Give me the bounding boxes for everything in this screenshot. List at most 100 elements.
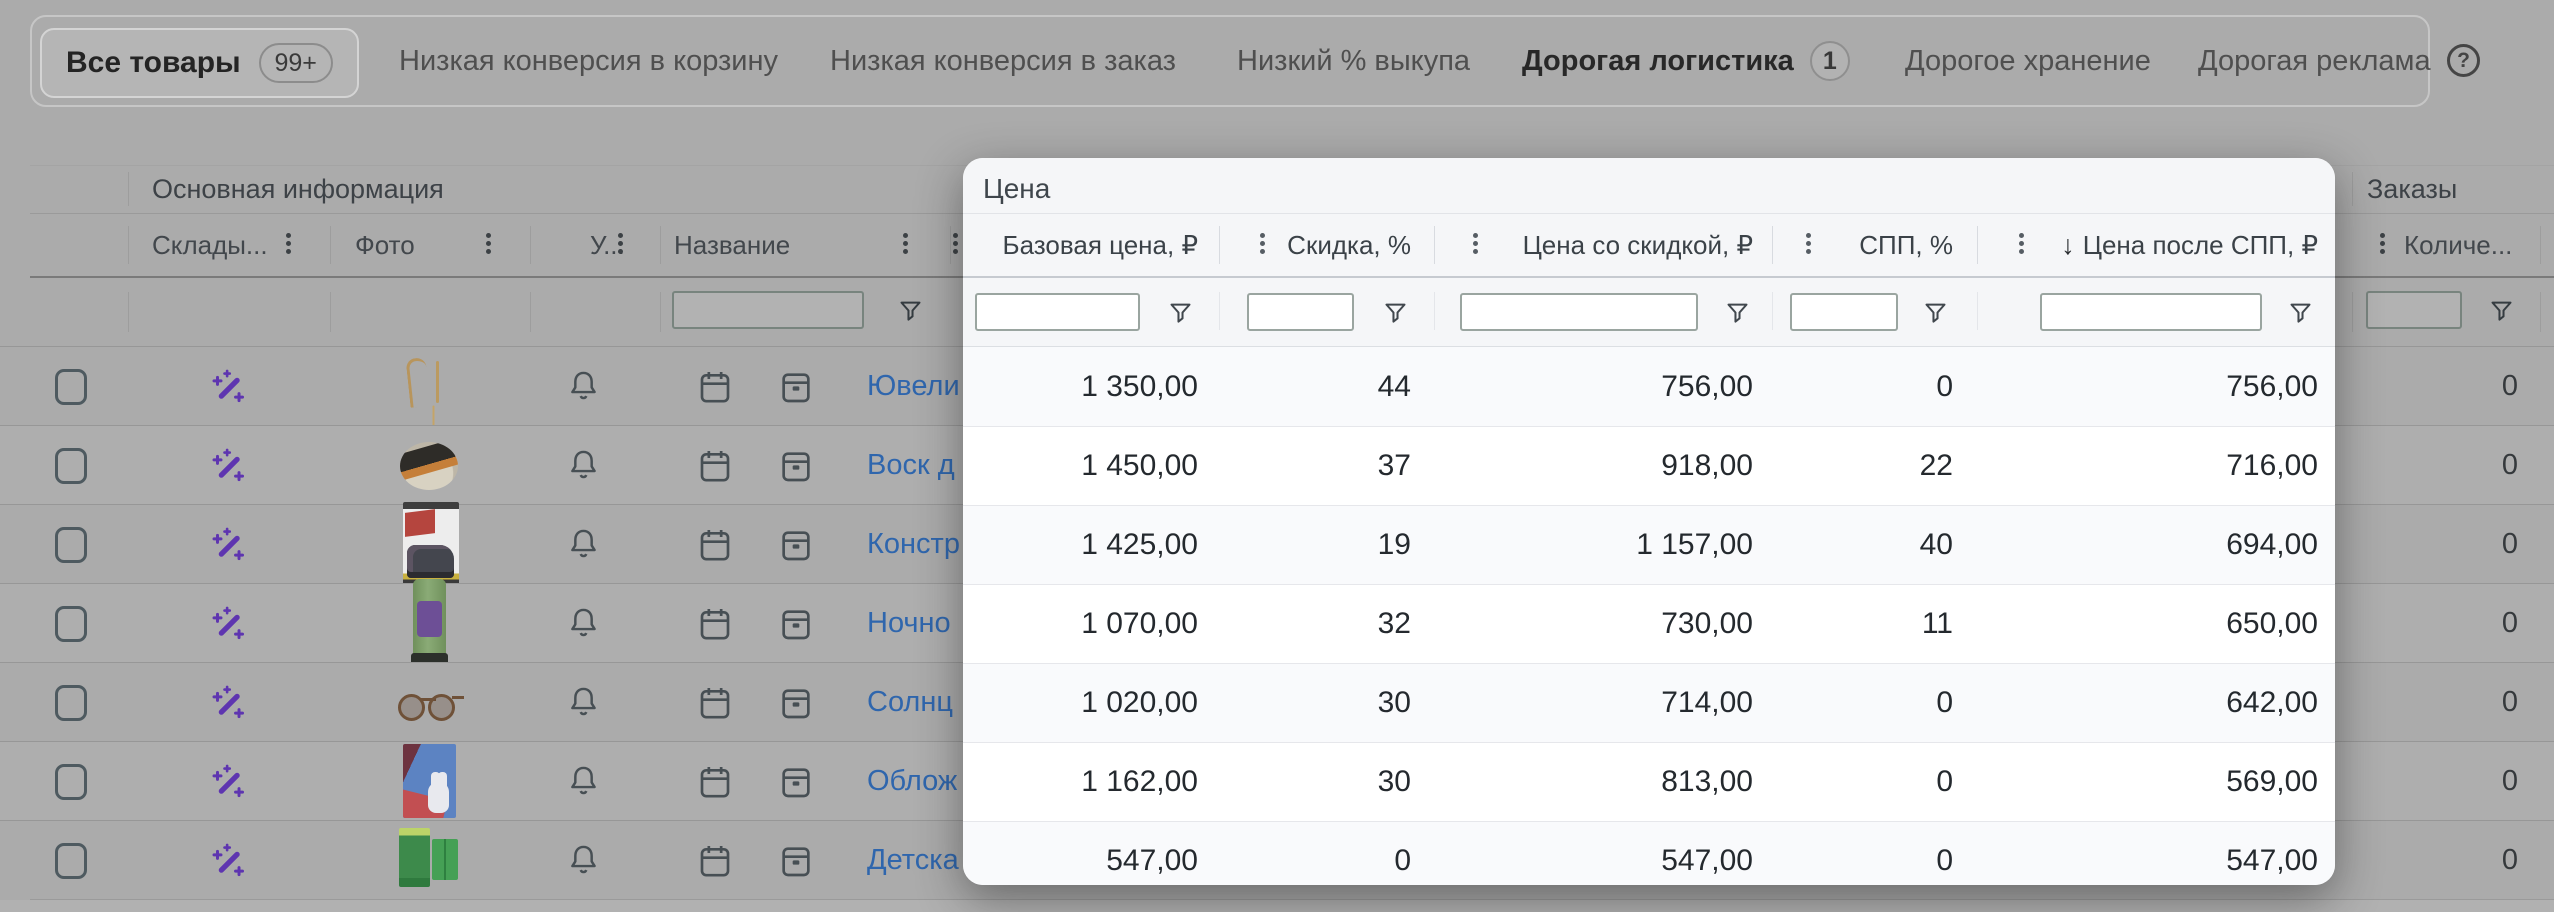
product-name-link[interactable]: Ночно — [867, 584, 963, 662]
discount-cell: 30 — [1219, 664, 1434, 742]
magic-wand-icon[interactable] — [207, 761, 249, 803]
product-photo[interactable] — [403, 744, 456, 818]
price-after-spp-cell: 756,00 — [1977, 347, 2335, 426]
price-after-spp-filter-input[interactable] — [2040, 293, 2262, 331]
filter-funnel-icon[interactable] — [2488, 297, 2515, 324]
column-header-name[interactable]: Название — [674, 213, 790, 278]
column-header-photo[interactable]: Фото — [355, 213, 415, 278]
archive-box-icon[interactable] — [776, 841, 816, 881]
archive-box-icon[interactable] — [776, 446, 816, 486]
calendar-icon[interactable] — [695, 446, 735, 486]
column-header-warehouses[interactable]: Склады... — [152, 213, 268, 278]
magic-wand-icon[interactable] — [207, 682, 249, 724]
filter-funnel-icon[interactable] — [1724, 299, 1751, 326]
product-photo[interactable] — [399, 828, 459, 893]
bell-icon[interactable] — [565, 763, 602, 800]
column-header-price-after-spp[interactable]: ↓ Цена после СПП, ₽ — [1977, 213, 2335, 278]
product-photo[interactable] — [400, 442, 458, 490]
help-icon[interactable]: ? — [2447, 44, 2480, 77]
column-menu-icon[interactable] — [618, 233, 623, 238]
discount-filter-input[interactable] — [1247, 293, 1354, 331]
filter-divider — [1434, 292, 1435, 330]
column-menu-icon[interactable] — [286, 233, 291, 238]
calendar-icon[interactable] — [695, 367, 735, 407]
bell-icon[interactable] — [565, 605, 602, 642]
tab-expensive-logistics-count-badge: 1 — [1810, 41, 1850, 81]
product-photo[interactable] — [398, 355, 462, 418]
magic-wand-icon[interactable] — [207, 524, 249, 566]
product-name-link[interactable]: Солнц — [867, 663, 963, 741]
column-header-spp[interactable]: СПП, % — [1772, 213, 1977, 278]
product-name-link[interactable]: Воск д — [867, 426, 963, 504]
filter-funnel-icon[interactable] — [1167, 299, 1194, 326]
bell-icon[interactable] — [565, 526, 602, 563]
column-divider — [950, 226, 951, 264]
filter-funnel-icon[interactable] — [1382, 299, 1409, 326]
row-checkbox[interactable] — [55, 527, 87, 563]
calendar-icon[interactable] — [695, 683, 735, 723]
calendar-icon[interactable] — [695, 604, 735, 644]
tab-low-order-conversion[interactable]: Низкая конверсия в заказ — [830, 17, 1176, 105]
column-menu-icon[interactable] — [953, 233, 958, 238]
bell-icon[interactable] — [565, 447, 602, 484]
bell-icon[interactable] — [565, 368, 602, 405]
calendar-icon[interactable] — [695, 841, 735, 881]
calendar-icon[interactable] — [695, 762, 735, 802]
column-divider — [128, 226, 129, 264]
discounted-price-cell: 714,00 — [1434, 664, 1772, 742]
discounted-price-filter-input[interactable] — [1460, 293, 1698, 331]
column-header-discounted-price[interactable]: Цена со скидкой, ₽ — [1434, 213, 1772, 278]
archive-box-icon[interactable] — [776, 525, 816, 565]
filter-funnel-icon[interactable] — [897, 297, 924, 324]
tab-low-buyout[interactable]: Низкий % выкупа — [1237, 17, 1470, 105]
column-menu-icon[interactable] — [486, 233, 491, 238]
bell-icon[interactable] — [565, 684, 602, 721]
calendar-icon[interactable] — [695, 525, 735, 565]
product-photo[interactable] — [396, 689, 464, 723]
product-photo[interactable] — [413, 579, 446, 667]
group-orders: Заказы — [2367, 165, 2457, 213]
archive-box-icon[interactable] — [776, 367, 816, 407]
column-menu-icon[interactable] — [2380, 233, 2385, 238]
filter-funnel-icon[interactable] — [1922, 299, 1949, 326]
column-menu-icon[interactable] — [903, 233, 908, 238]
name-filter-input[interactable] — [672, 291, 864, 329]
product-name-link[interactable]: Облож — [867, 742, 963, 820]
spp-cell: 0 — [1772, 822, 1977, 885]
spp-filter-input[interactable] — [1790, 293, 1898, 331]
row-checkbox[interactable] — [55, 685, 87, 721]
tab-expensive-ads[interactable]: Дорогая реклама — [2198, 17, 2431, 105]
tab-expensive-storage[interactable]: Дорогое хранение — [1905, 17, 2151, 105]
column-header-notifications[interactable]: У... — [590, 213, 625, 278]
product-name-link[interactable]: Констр — [867, 505, 963, 583]
row-checkbox[interactable] — [55, 369, 87, 405]
spp-cell: 0 — [1772, 664, 1977, 742]
archive-box-icon[interactable] — [776, 604, 816, 644]
tab-low-cart-conversion[interactable]: Низкая конверсия в корзину — [399, 17, 778, 105]
archive-box-icon[interactable] — [776, 683, 816, 723]
quantity-filter-input[interactable] — [2366, 291, 2462, 329]
magic-wand-icon[interactable] — [207, 840, 249, 882]
spp-cell: 22 — [1772, 427, 1977, 505]
base-price-filter-input[interactable] — [975, 293, 1140, 331]
product-name-link[interactable]: Детска — [867, 821, 963, 899]
row-checkbox[interactable] — [55, 843, 87, 879]
row-checkbox[interactable] — [55, 448, 87, 484]
tab-all-products[interactable]: Все товары 99+ — [40, 28, 359, 98]
base-price-cell: 547,00 — [963, 822, 1219, 885]
magic-wand-icon[interactable] — [207, 445, 249, 487]
column-header-base-price[interactable]: Базовая цена, ₽ — [963, 213, 1219, 278]
filter-funnel-icon[interactable] — [2287, 299, 2314, 326]
magic-wand-icon[interactable] — [207, 603, 249, 645]
product-photo[interactable] — [403, 502, 459, 587]
row-checkbox[interactable] — [55, 764, 87, 800]
row-checkbox[interactable] — [55, 606, 87, 642]
column-header-discount[interactable]: Скидка, % — [1219, 213, 1434, 278]
archive-box-icon[interactable] — [776, 762, 816, 802]
column-header-quantity[interactable]: Количе... — [2404, 213, 2512, 278]
magic-wand-icon[interactable] — [207, 366, 249, 408]
product-name-link[interactable]: Ювели — [867, 347, 963, 425]
bell-icon[interactable] — [565, 842, 602, 879]
tab-expensive-logistics[interactable]: Дорогая логистика 1 — [1522, 17, 1850, 105]
discount-cell: 37 — [1219, 427, 1434, 505]
